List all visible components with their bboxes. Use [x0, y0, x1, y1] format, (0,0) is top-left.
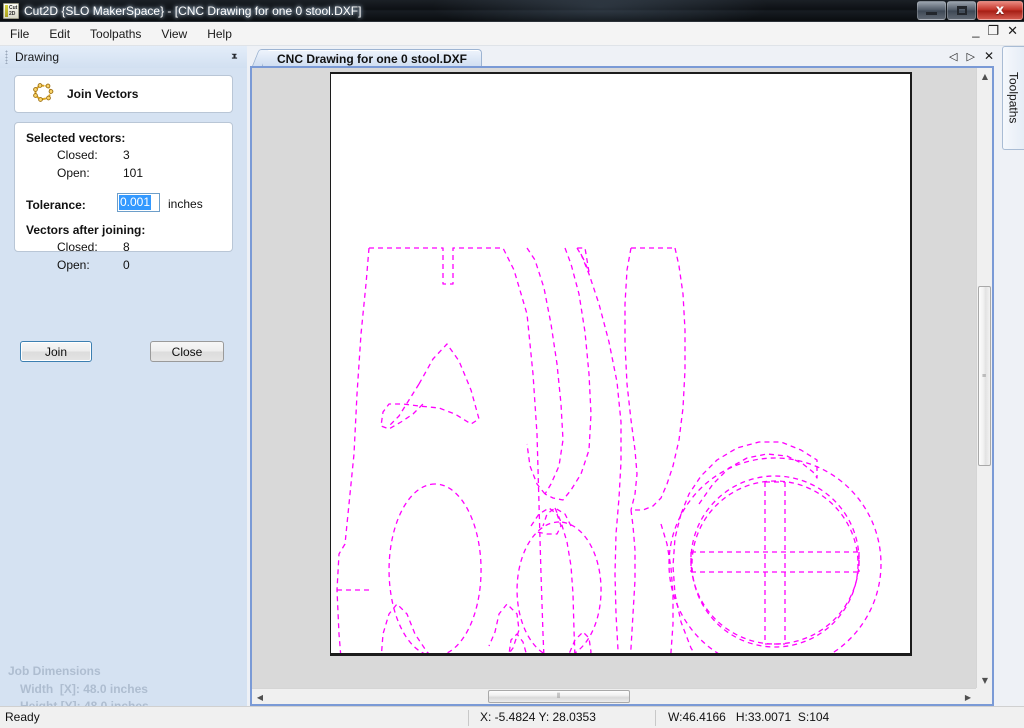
- app-icon-text-bottom: 2D: [9, 10, 16, 17]
- scroll-down-icon: ▼: [981, 675, 989, 685]
- job-dimensions-title: Job Dimensions: [8, 664, 101, 678]
- title-bar: Cut 2D Cut2D {SLO MakerSpace} - [CNC Dra…: [0, 0, 1024, 22]
- document-tab-label: CNC Drawing for one 0 stool.DXF: [277, 52, 468, 66]
- title-bar-glow: [430, 0, 770, 21]
- inner-minimize-icon[interactable]: _: [972, 24, 979, 38]
- drawing-panel-header: Drawing: [0, 46, 247, 68]
- status-separator-2: [655, 710, 656, 726]
- scroll-up-button[interactable]: ▲: [977, 68, 993, 84]
- after-closed-value: 8: [123, 240, 130, 254]
- vertical-scrollbar[interactable]: ▲ ≡ ▼: [976, 68, 992, 688]
- prev-tab-icon[interactable]: ◁: [949, 50, 957, 63]
- tolerance-input-value: 0.001: [119, 195, 152, 210]
- status-coordinates: X: -5.4824 Y: 28.0353: [480, 710, 596, 724]
- join-vectors-title: Join Vectors: [67, 87, 139, 101]
- toolpaths-dock-tab[interactable]: Toolpaths: [1002, 46, 1024, 150]
- menu-item-edit[interactable]: Edit: [39, 24, 80, 44]
- selected-vectors-heading: Selected vectors:: [26, 131, 126, 145]
- scrollbar-corner: [976, 688, 992, 704]
- inner-restore-icon[interactable]: ❐: [987, 24, 999, 38]
- status-bar: Ready X: -5.4824 Y: 28.0353 W:46.4166 H:…: [0, 706, 1024, 728]
- scroll-right-button[interactable]: ▶: [960, 689, 976, 705]
- scroll-left-icon: ◀: [256, 692, 264, 702]
- mdi-tab-controls: ◁ ▷ ✕: [949, 49, 994, 63]
- menu-item-toolpaths[interactable]: Toolpaths: [80, 24, 151, 44]
- tolerance-label: Tolerance:: [26, 198, 86, 212]
- vertical-thumb-grip-icon: ≡: [981, 372, 988, 380]
- tolerance-input[interactable]: 0.001: [117, 193, 160, 212]
- tolerance-units-label: inches: [168, 197, 203, 211]
- pin-icon[interactable]: [227, 51, 241, 62]
- next-tab-icon[interactable]: ▷: [966, 50, 974, 63]
- scroll-left-button[interactable]: ◀: [252, 689, 268, 705]
- horizontal-scrollbar[interactable]: ◀ ⦀ ▶: [252, 688, 976, 704]
- vectors-after-joining-heading: Vectors after joining:: [26, 223, 146, 237]
- horizontal-thumb-grip-icon: ⦀: [556, 692, 562, 700]
- after-open-value: 0: [123, 258, 130, 272]
- app-icon-bar: [5, 4, 8, 17]
- app-icon-text-top: Cut: [9, 4, 18, 11]
- menu-item-file[interactable]: File: [0, 24, 39, 44]
- maximize-icon: [956, 6, 967, 15]
- selected-open-label: Open:: [57, 166, 90, 180]
- selected-open-value: 101: [123, 166, 144, 180]
- document-tab-strip: CNC Drawing for one 0 stool.DXF ◁ ▷ ✕: [250, 46, 1002, 68]
- drag-grip-icon[interactable]: [5, 50, 8, 64]
- close-button[interactable]: x: [977, 1, 1023, 20]
- horizontal-scrollbar-thumb[interactable]: ⦀: [488, 690, 630, 703]
- minimize-button[interactable]: [917, 1, 946, 20]
- inner-close-icon[interactable]: ✕: [1007, 24, 1018, 38]
- scroll-up-icon: ▲: [981, 71, 989, 81]
- mdi-client-area: CNC Drawing for one 0 stool.DXF ◁ ▷ ✕ ▲ …: [250, 46, 1002, 706]
- toolpaths-tab-label: Toolpaths: [1006, 72, 1021, 124]
- document-frame: ▲ ≡ ▼ ◀ ⦀ ▶: [250, 66, 994, 706]
- close-panel-button[interactable]: Close: [150, 341, 224, 362]
- inner-window-controls: _ ❐ ✕: [972, 24, 1018, 38]
- after-open-label: Open:: [57, 258, 90, 272]
- pin-glyph: [231, 53, 238, 59]
- drawing-panel: Drawing Join Vectors Selected vectors: C…: [0, 46, 247, 728]
- menu-item-help[interactable]: Help: [197, 24, 242, 44]
- vertical-scrollbar-thumb[interactable]: ≡: [978, 286, 991, 466]
- join-vectors-info-box: Selected vectors: Closed: 3 Open: 101 To…: [14, 122, 233, 272]
- selected-open-row: Open: 101: [57, 166, 207, 180]
- maximize-button[interactable]: [947, 1, 976, 20]
- scroll-right-icon: ▶: [964, 692, 972, 702]
- window-title: Cut2D {SLO MakerSpace} - [CNC Drawing fo…: [24, 3, 362, 18]
- close-tab-icon[interactable]: ✕: [984, 49, 994, 63]
- application-window: Cut 2D Cut2D {SLO MakerSpace} - [CNC Dra…: [0, 0, 1024, 728]
- after-closed-label: Closed:: [57, 240, 98, 254]
- menu-bar: File Edit Toolpaths View Help _ ❐ ✕: [0, 22, 1024, 46]
- close-icon: x: [995, 3, 1005, 18]
- join-button[interactable]: Join: [20, 341, 92, 362]
- status-ready: Ready: [5, 710, 40, 724]
- job-width: Width [X]: 48.0 inches: [20, 682, 148, 696]
- status-separator-1: [468, 710, 469, 726]
- after-open-row: Open: 0: [57, 258, 207, 272]
- menu-item-view[interactable]: View: [151, 24, 197, 44]
- status-dimensions: W:46.4166 H:33.0071 S:104: [668, 710, 830, 724]
- after-closed-row: Closed: 8: [57, 240, 207, 254]
- join-vectors-icon: [31, 82, 55, 107]
- join-vectors-header-box: Join Vectors: [14, 75, 233, 113]
- drawing-panel-title: Drawing: [15, 50, 60, 64]
- selected-closed-row: Closed: 3: [57, 148, 207, 162]
- scroll-down-button[interactable]: ▼: [977, 672, 993, 688]
- material-sheet: [330, 72, 912, 656]
- minimize-icon: [926, 12, 937, 15]
- selected-closed-label: Closed:: [57, 148, 98, 162]
- drawing-canvas[interactable]: [252, 68, 976, 688]
- window-controls: x: [916, 1, 1023, 20]
- vector-drawing: [336, 247, 882, 653]
- selected-closed-value: 3: [123, 148, 130, 162]
- app-icon: Cut 2D: [3, 2, 19, 19]
